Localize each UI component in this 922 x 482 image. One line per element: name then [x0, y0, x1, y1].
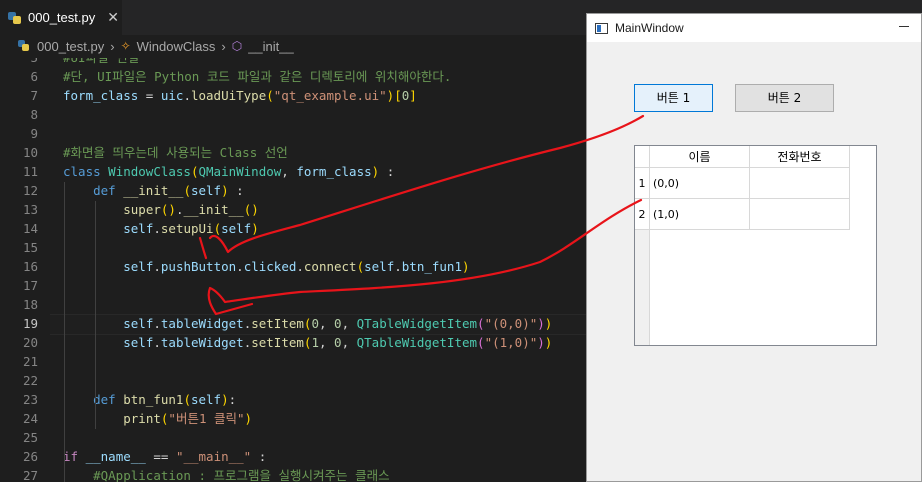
code-text: #UI파일 연결 [63, 58, 139, 67]
code-text: #QApplication : 프로그램을 실행시켜주는 클래스 [93, 468, 390, 482]
row-header-empty-area [635, 230, 650, 345]
close-icon[interactable]: ✕ [107, 10, 119, 26]
line-number: 25 [22, 430, 38, 445]
button-1[interactable]: 버튼 1 [634, 84, 713, 112]
line-number: 16 [22, 259, 38, 274]
method-icon: ⬡ [231, 39, 243, 53]
code-line[interactable]: 26 if __name__ == "__main__" : [0, 447, 586, 466]
python-file-icon [8, 11, 22, 25]
code-text: def __init__(self) : [93, 183, 244, 198]
code-line[interactable]: 23 def btn_fun1(self): [0, 390, 586, 409]
code-line[interactable]: 10 #화면을 띄우는데 사용되는 Class 선언 [0, 143, 586, 162]
breadcrumb-class[interactable]: WindowClass [137, 39, 216, 54]
line-number: 19 [22, 316, 38, 331]
line-number: 17 [22, 278, 38, 293]
line-number: 14 [22, 221, 38, 236]
row-header-2[interactable]: 2 [635, 199, 650, 230]
code-line[interactable]: 9 [0, 124, 586, 143]
breadcrumb-file[interactable]: 000_test.py [37, 39, 104, 54]
code-text: form_class = uic.loadUiType("qt_example.… [63, 88, 417, 103]
tab-000-test-py[interactable]: 000_test.py ✕ [0, 0, 122, 35]
table-corner-button[interactable] [635, 146, 650, 168]
line-number: 20 [22, 335, 38, 350]
line-number: 21 [22, 354, 38, 369]
class-icon: ✧ [120, 39, 131, 53]
code-line[interactable]: 11 class WindowClass(QMainWindow, form_cl… [0, 162, 586, 181]
line-number: 24 [22, 411, 38, 426]
button-2[interactable]: 버튼 2 [735, 84, 834, 112]
table-cell-r1-phone[interactable] [750, 168, 850, 199]
code-text: class WindowClass(QMainWindow, form_clas… [63, 164, 395, 179]
line-number: 15 [22, 240, 38, 255]
code-line[interactable]: 18 [0, 295, 586, 314]
code-line[interactable]: 6 #단, UI파일은 Python 코드 파일과 같은 디렉토리에 위치해야한다… [0, 67, 586, 86]
table-cell-r2-phone[interactable] [750, 199, 850, 230]
code-line[interactable]: 27 #QApplication : 프로그램을 실행시켜주는 클래스 [0, 466, 586, 482]
code-text: def btn_fun1(self): [93, 392, 237, 407]
line-number: 12 [22, 183, 38, 198]
code-line[interactable]: 24 print("버튼1 클릭") [0, 409, 586, 428]
code-line[interactable]: 17 [0, 276, 586, 295]
line-number: 6 [30, 69, 38, 84]
column-header-phone[interactable]: 전화번호 [750, 146, 850, 168]
line-number: 9 [30, 126, 38, 141]
line-number: 18 [22, 297, 38, 312]
chevron-right-icon: › [110, 38, 115, 54]
table-cell-r2-name[interactable]: (1,0) [650, 199, 750, 230]
code-area[interactable]: 5 #UI파일 연결 6 #단, UI파일은 Python 코드 파일과 같은 디렉토… [0, 58, 586, 482]
code-text: self.pushButton.clicked.connect(self.btn… [123, 259, 470, 274]
code-line[interactable]: 25 [0, 428, 586, 447]
window-title: MainWindow [615, 21, 684, 35]
code-line[interactable]: 13 super().__init__() [0, 200, 586, 219]
code-text: self.setupUi(self) [123, 221, 259, 236]
code-line[interactable]: 19 self.tableWidget.setItem(0, 0, QTable… [0, 314, 586, 335]
qt-main-window: MainWindow 버튼 1 버튼 2 이름 전화번호 1 2 (0,0) (… [586, 13, 922, 482]
row-header-1[interactable]: 1 [635, 168, 650, 199]
line-number: 11 [22, 164, 38, 179]
line-number: 13 [22, 202, 38, 217]
window-titlebar[interactable]: MainWindow [587, 14, 921, 42]
code-line[interactable]: 15 [0, 238, 586, 257]
code-text: self.tableWidget.setItem(1, 0, QTableWid… [123, 335, 553, 350]
code-line[interactable]: 8 [0, 105, 586, 124]
code-text: print("버튼1 클릭") [123, 411, 253, 426]
line-number: 10 [22, 145, 38, 160]
chevron-right-icon: › [221, 38, 226, 54]
code-line[interactable]: 12 def __init__(self) : [0, 181, 586, 200]
line-number: 26 [22, 449, 38, 464]
line-number: 23 [22, 392, 38, 407]
code-line[interactable]: 14 self.setupUi(self) [0, 219, 586, 238]
code-line[interactable]: 21 [0, 352, 586, 371]
column-header-name[interactable]: 이름 [650, 146, 750, 168]
code-text: if __name__ == "__main__" : [63, 449, 267, 464]
line-number: 8 [30, 107, 38, 122]
code-line[interactable]: 16 self.pushButton.clicked.connect(self.… [0, 257, 586, 276]
line-number: 22 [22, 373, 38, 388]
line-number: 7 [30, 88, 38, 103]
code-text: #단, UI파일은 Python 코드 파일과 같은 디렉토리에 위치해야한다. [63, 69, 452, 84]
minimize-icon[interactable] [899, 26, 909, 27]
indent-guide [64, 182, 65, 482]
code-line[interactable]: 20 self.tableWidget.setItem(1, 0, QTable… [0, 333, 586, 352]
table-widget[interactable]: 이름 전화번호 1 2 (0,0) (1,0) [634, 145, 877, 346]
tab-label: 000_test.py [28, 10, 96, 25]
breadcrumb: 000_test.py › ✧ WindowClass › ⬡ __init__ [0, 35, 294, 57]
code-text: super().__init__() [123, 202, 259, 217]
table-cell-r1-name[interactable]: (0,0) [650, 168, 750, 199]
code-text: #화면을 띄우는데 사용되는 Class 선언 [63, 145, 288, 160]
python-file-icon [18, 40, 30, 52]
line-number: 27 [22, 468, 38, 482]
indent-guide [95, 201, 96, 429]
app-window-icon [595, 22, 608, 34]
code-line[interactable]: 7 form_class = uic.loadUiType("qt_example… [0, 86, 586, 105]
code-line[interactable]: 5 #UI파일 연결 [0, 58, 586, 67]
window-client-area: 버튼 1 버튼 2 이름 전화번호 1 2 (0,0) (1,0) [587, 42, 921, 481]
code-text: self.tableWidget.setItem(0, 0, QTableWid… [123, 316, 553, 331]
line-number: 5 [0, 58, 38, 67]
breadcrumb-method[interactable]: __init__ [248, 39, 294, 54]
code-line[interactable]: 22 [0, 371, 586, 390]
